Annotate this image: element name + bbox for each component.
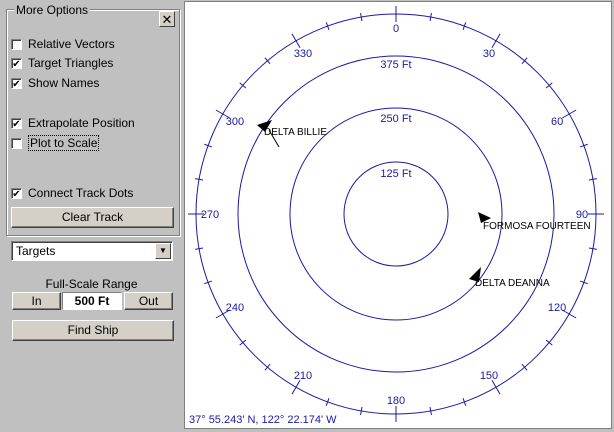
target-triangles-checkbox[interactable]: ✔ Target Triangles — [11, 56, 113, 70]
compass-tick — [360, 406, 363, 415]
checkbox-label: Show Names — [28, 76, 100, 90]
compass-tick — [588, 178, 597, 181]
bearing-label-270: 270 — [201, 209, 219, 221]
radar-display[interactable]: 0 30 60 90 120 150 180 210 240 270 300 330 125 Ft 2… — [184, 1, 612, 429]
connect-track-dots-checkbox[interactable]: ✔ Connect Track Dots — [11, 186, 133, 200]
bearing-label-120: 120 — [548, 302, 566, 314]
targets-select[interactable]: Targets ▼ — [11, 241, 173, 261]
radar-plot[interactable]: 0 30 60 90 120 150 180 210 240 270 300 330 125 Ft 2… — [185, 2, 611, 428]
compass-tick — [429, 13, 432, 22]
relative-vectors-checkbox[interactable]: Relative Vectors — [11, 37, 115, 51]
zoom-in-button[interactable]: In — [12, 292, 61, 310]
ring-label-375: 375 Ft — [380, 59, 411, 71]
checkbox-label: Relative Vectors — [28, 37, 115, 51]
target-name: FORMOSA FOURTEEN — [483, 221, 591, 232]
checkbox-box[interactable]: ✔ — [11, 117, 22, 130]
chevron-down-icon[interactable]: ▼ — [155, 243, 171, 259]
compass-tick — [429, 406, 432, 415]
bearing-label-300: 300 — [226, 116, 244, 128]
bearing-label-240: 240 — [226, 302, 244, 314]
target-delta-deanna[interactable]: DELTA DEANNA — [469, 267, 550, 289]
options-panel: More Options ✕ Relative Vectors ✔ Target… — [0, 0, 183, 432]
checkbox-label: Connect Track Dots — [28, 186, 134, 200]
close-button[interactable]: ✕ — [159, 11, 175, 27]
bearing-label-90: 90 — [576, 209, 588, 221]
more-options-title: More Options — [14, 3, 91, 17]
compass-tick — [195, 178, 204, 181]
compass-tick — [195, 247, 204, 250]
compass-tick — [491, 380, 501, 395]
target-name: DELTA BILLIE — [264, 127, 327, 138]
range-ring-375 — [237, 55, 555, 373]
checkbox-box[interactable] — [11, 38, 22, 50]
full-scale-range-label: Full-Scale Range — [45, 277, 138, 291]
compass-tick — [562, 109, 577, 119]
position-status: 37° 55.243' N, 122° 22.174' W — [189, 414, 337, 426]
checkbox-box[interactable]: ✔ — [11, 187, 22, 200]
bearing-label-60: 60 — [551, 116, 563, 128]
bearing-label-330: 330 — [294, 48, 312, 60]
compass-tick — [360, 13, 363, 22]
ring-label-125: 125 Ft — [380, 168, 411, 180]
range-ring-250 — [289, 107, 503, 321]
bearing-label-180: 180 — [387, 395, 405, 407]
compass-tick — [588, 247, 597, 250]
compass-tick — [291, 380, 301, 395]
show-names-checkbox[interactable]: ✔ Show Names — [11, 76, 99, 90]
checkbox-label: Extrapolate Position — [28, 116, 135, 130]
find-ship-button[interactable]: Find Ship — [12, 320, 174, 341]
checkbox-box[interactable] — [11, 137, 22, 149]
checkbox-label: Plot to Scale — [28, 135, 100, 151]
target-formosa-fourteen[interactable]: FORMOSA FOURTEEN — [478, 212, 591, 232]
extrapolate-position-checkbox[interactable]: ✔ Extrapolate Position — [11, 116, 135, 130]
checkbox-box[interactable]: ✔ — [11, 77, 22, 90]
ring-label-250: 250 Ft — [380, 113, 411, 125]
zoom-out-button[interactable]: Out — [124, 292, 173, 310]
plot-to-scale-checkbox[interactable]: Plot to Scale — [11, 135, 100, 151]
clear-track-button[interactable]: Clear Track — [11, 207, 174, 228]
range-value: 500 Ft — [62, 292, 122, 310]
bearing-label-150: 150 — [480, 370, 498, 382]
bearing-label-30: 30 — [483, 48, 495, 60]
compass-tick — [291, 33, 301, 48]
bearing-label-0: 0 — [393, 23, 399, 35]
compass-tick — [491, 33, 501, 48]
checkbox-label: Target Triangles — [28, 56, 114, 70]
bearing-label-210: 210 — [294, 370, 312, 382]
target-name: DELTA DEANNA — [475, 278, 550, 289]
range-ring-outer — [195, 13, 597, 415]
checkbox-box[interactable]: ✔ — [11, 57, 22, 70]
targets-select-value: Targets — [16, 244, 56, 258]
